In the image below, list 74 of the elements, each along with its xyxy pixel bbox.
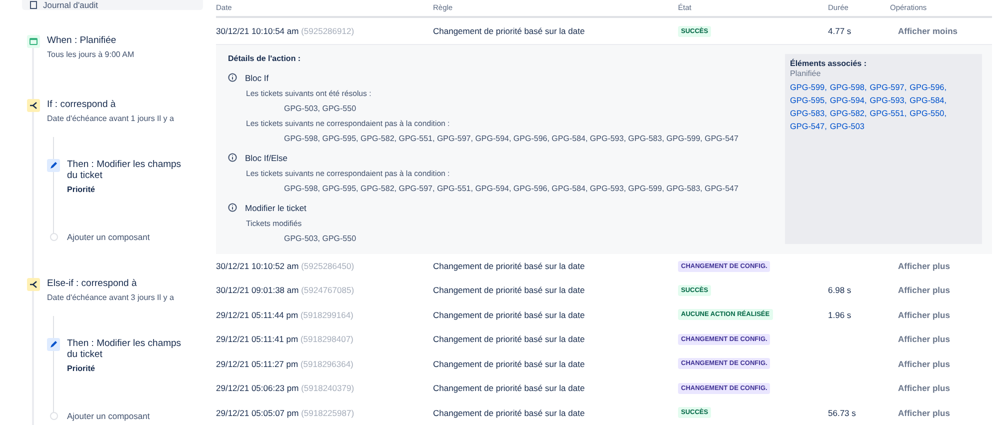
pencil-icon bbox=[47, 338, 60, 351]
toggle-details-link[interactable]: Afficher plus bbox=[898, 285, 992, 296]
ticket-link[interactable]: GPG-595, bbox=[790, 96, 827, 105]
ticket-link[interactable]: GPG-599, bbox=[790, 82, 827, 92]
ticket-link[interactable]: GPG-582, bbox=[830, 108, 867, 118]
toggle-details-link[interactable]: Afficher plus bbox=[898, 358, 992, 369]
toggle-details-link[interactable]: Afficher plus bbox=[898, 310, 992, 320]
ticket-link[interactable]: GPG-594, bbox=[830, 96, 867, 105]
ticket-list: GPG-598, GPG-595, GPG-582, GPG-551, GPG-597, GPG-594, GPG-596, GPG-584, GPG-593, GPG-583, GPG-599, GPG-547 bbox=[284, 134, 738, 143]
ticket-link[interactable]: GPG-598, bbox=[830, 82, 867, 92]
add-component-link[interactable]: Ajouter un composant bbox=[67, 232, 150, 242]
branch-icon bbox=[27, 99, 40, 112]
rule-cell-text: Changement de priorité basé sur la date bbox=[433, 358, 586, 369]
toggle-details-link[interactable]: Afficher plus bbox=[898, 383, 992, 394]
step-subtitle: Tous les jours à 9:00 AM bbox=[47, 50, 134, 59]
toggle-details-link[interactable]: Afficher plus bbox=[898, 261, 992, 271]
rule-cell-text: Changement de priorité basé sur la date bbox=[433, 261, 586, 271]
date-cell-text: 29/12/21 05:06:23 pm (5918240379) bbox=[216, 383, 356, 394]
duration-cell-text: 1.96 s bbox=[828, 310, 852, 320]
ticket-link[interactable]: GPG-547, bbox=[790, 122, 827, 131]
step-title[interactable]: Then : Modifier les champs du ticket bbox=[67, 159, 192, 181]
ticket-link[interactable]: GPG-597, bbox=[870, 82, 907, 92]
ticket-link[interactable]: GPG-583, bbox=[790, 108, 827, 118]
step-title[interactable]: If : correspond à bbox=[47, 99, 174, 110]
ticket-link[interactable]: GPG-593, bbox=[870, 96, 907, 105]
block-title: Modifier le ticket bbox=[245, 202, 306, 213]
branch-icon bbox=[27, 278, 40, 291]
date-cell-text: 29/12/21 05:11:27 pm (5918296364) bbox=[216, 358, 354, 369]
info-icon bbox=[228, 153, 237, 162]
ticket-link[interactable]: GPG-584, bbox=[910, 96, 946, 105]
step-title[interactable]: Then : Modifier les champs du ticket bbox=[67, 338, 192, 360]
toggle-details-link[interactable]: Afficher plus bbox=[898, 408, 992, 418]
toggle-details-link[interactable]: Afficher moins bbox=[898, 26, 992, 36]
calendar-icon bbox=[27, 35, 40, 48]
details-title: Détails de l'action : bbox=[228, 54, 302, 63]
date-cell-text: 29/12/21 05:05:07 pm (5918225987) bbox=[216, 408, 356, 418]
step-title[interactable]: When : Planifiée bbox=[47, 35, 134, 46]
info-icon bbox=[228, 203, 237, 212]
step-subtitle: Date d'échéance avant 1 jours Il y a bbox=[47, 114, 174, 123]
rule-cell-text: Changement de priorité basé sur la date bbox=[433, 408, 586, 418]
step-title[interactable]: Else-if : correspond à bbox=[47, 278, 174, 289]
step-subtitle: Date d'échéance avant 3 jours Il y a bbox=[47, 293, 174, 302]
rule-cell-text: Changement de priorité basé sur la date bbox=[433, 285, 586, 296]
rule-cell-text: Changement de priorité basé sur la date bbox=[433, 334, 586, 344]
rule-cell-text: Changement de priorité basé sur la date bbox=[433, 383, 586, 394]
info-icon bbox=[228, 73, 237, 82]
date-cell-text: 30/12/21 09:01:38 am (5924767085) bbox=[216, 285, 356, 296]
ticket-list: GPG-598, GPG-595, GPG-582, GPG-597, GPG-551, GPG-594, GPG-596, GPG-584, GPG-593, GPG-599, GPG-583, GPG-547 bbox=[284, 184, 738, 193]
date-cell-text: 30/12/21 10:10:54 am (5925286912) bbox=[216, 26, 356, 36]
ticket-list: GPG-503, GPG-550 bbox=[284, 104, 738, 113]
block-title: Bloc If/Else bbox=[245, 152, 288, 163]
date-cell-text: 30/12/21 10:10:52 am (5925286450) bbox=[216, 261, 356, 271]
toggle-details-link[interactable]: Afficher plus bbox=[898, 334, 992, 344]
ticket-link[interactable]: GPG-550, bbox=[910, 108, 946, 118]
ticket-link[interactable]: GPG-596, bbox=[910, 82, 946, 92]
ticket-link[interactable]: GPG-551, bbox=[870, 108, 907, 118]
ticket-link[interactable]: GPG-503 bbox=[830, 122, 864, 131]
related-title: Éléments associés : bbox=[790, 58, 868, 68]
step-detail: Priorité bbox=[67, 364, 96, 373]
rule-cell-text: Changement de priorité basé sur la date bbox=[433, 310, 586, 320]
block-title: Bloc If bbox=[245, 72, 269, 83]
duration-cell-text: 56.73 s bbox=[828, 408, 857, 418]
document-icon bbox=[30, 1, 37, 9]
add-component-link[interactable]: Ajouter un composant bbox=[67, 411, 150, 421]
rule-cell-text: Changement de priorité basé sur la date bbox=[433, 26, 586, 36]
step-detail: Priorité bbox=[67, 185, 96, 194]
date-cell-text: 29/12/21 05:11:41 pm (5918298407) bbox=[216, 334, 354, 344]
duration-cell-text: 6.98 s bbox=[828, 285, 852, 296]
related-subtitle: Planifiée bbox=[790, 68, 822, 78]
audit-log-nav-item[interactable]: Journal d'audit bbox=[22, 0, 203, 10]
pencil-icon bbox=[47, 159, 60, 172]
date-cell-text: 29/12/21 05:11:44 pm (5918299164) bbox=[216, 310, 354, 320]
duration-cell-text: 4.77 s bbox=[828, 26, 852, 36]
ticket-list: GPG-503, GPG-550 bbox=[284, 234, 738, 243]
